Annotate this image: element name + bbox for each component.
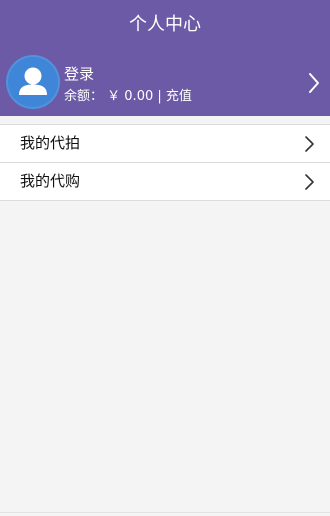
- user-avatar-icon: [19, 67, 47, 95]
- balance-separator: |: [157, 89, 162, 104]
- balance-label: 余额：: [64, 89, 104, 104]
- chevron-right-icon: [305, 174, 314, 190]
- balance-value: ￥ 0.00: [107, 89, 154, 104]
- chevron-right-icon[interactable]: [306, 70, 322, 96]
- profile-card[interactable]: 登录 余额： ￥ 0.00 | 充值: [0, 50, 330, 116]
- avatar[interactable]: [6, 55, 60, 109]
- menu-item-label: 我的代拍: [20, 134, 81, 152]
- page-title: 个人中心: [129, 14, 201, 35]
- recharge-link[interactable]: 充值: [166, 89, 192, 104]
- menu-list: 我的代拍 我的代购: [0, 124, 330, 201]
- menu-item-proxy-bid[interactable]: 我的代拍: [0, 125, 330, 163]
- menu-item-label: 我的代购: [20, 172, 81, 190]
- chevron-right-icon: [305, 136, 314, 152]
- header: 个人中心 登录 余额： ￥ 0.00 | 充值: [0, 0, 330, 116]
- divider: [0, 512, 330, 513]
- login-link[interactable]: 登录: [64, 63, 94, 84]
- balance-row: 余额： ￥ 0.00 | 充值: [64, 85, 192, 104]
- menu-item-proxy-buy[interactable]: 我的代购: [0, 163, 330, 201]
